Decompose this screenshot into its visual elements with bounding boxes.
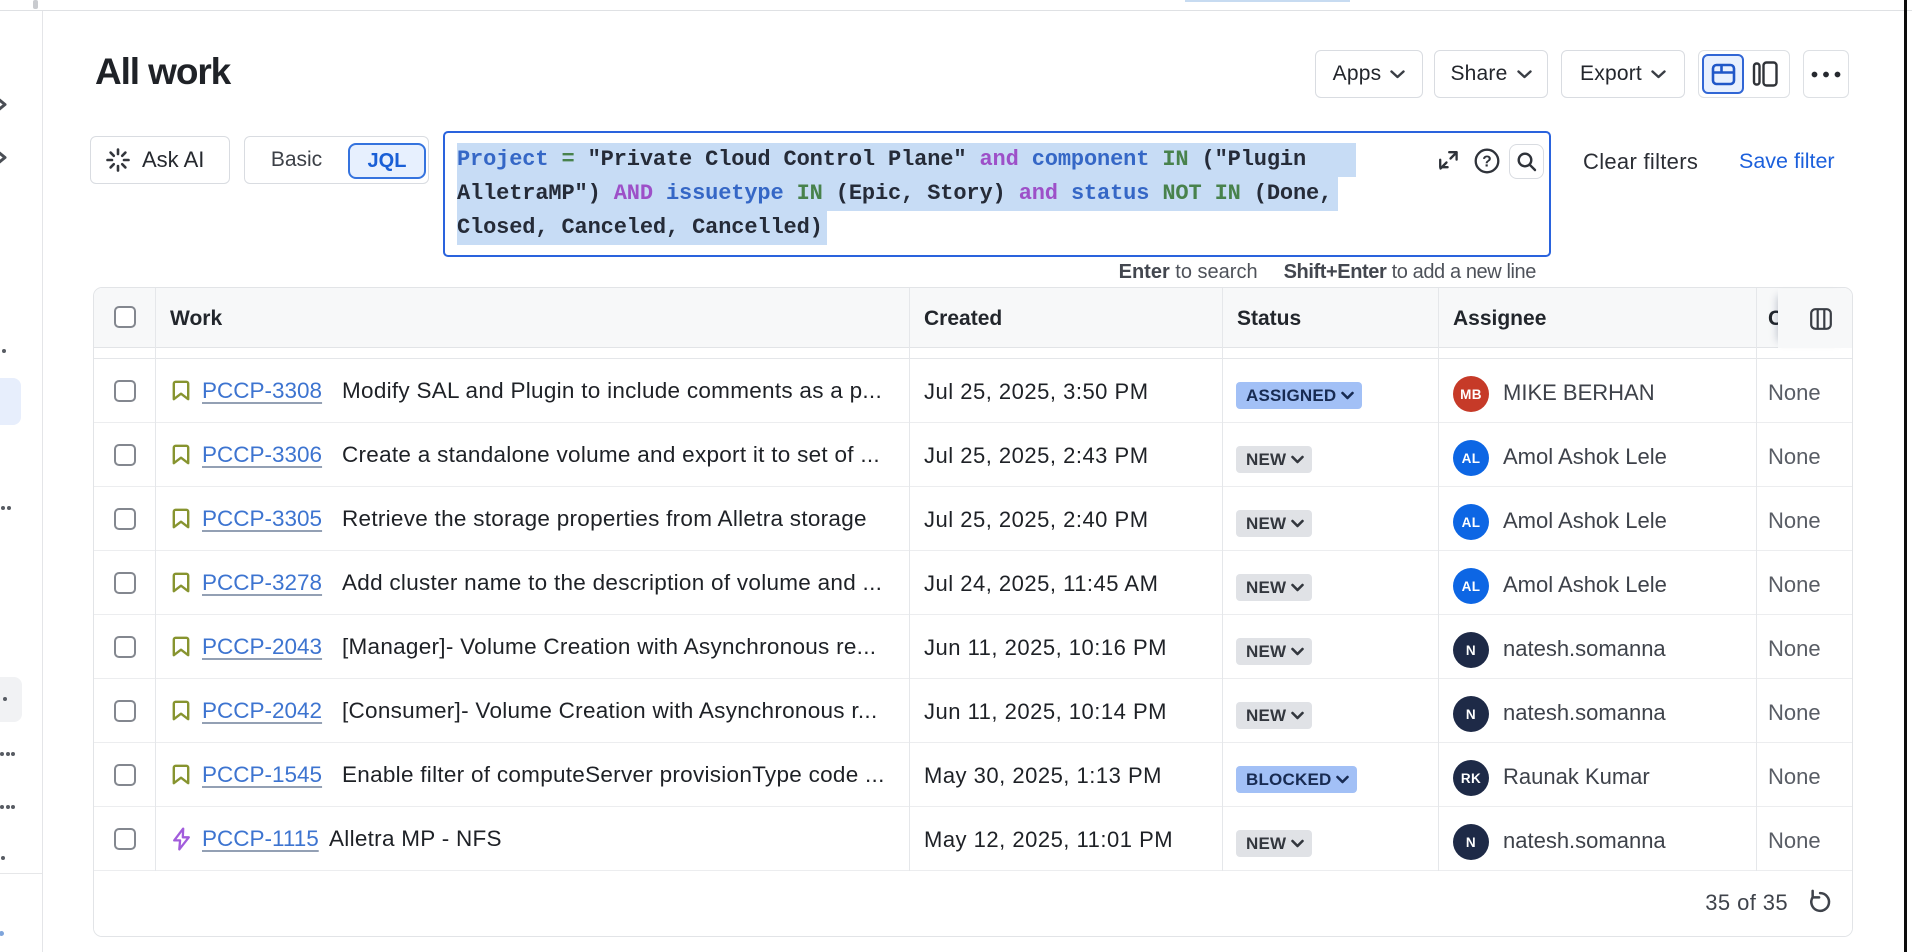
- svg-text:?: ?: [1482, 153, 1491, 170]
